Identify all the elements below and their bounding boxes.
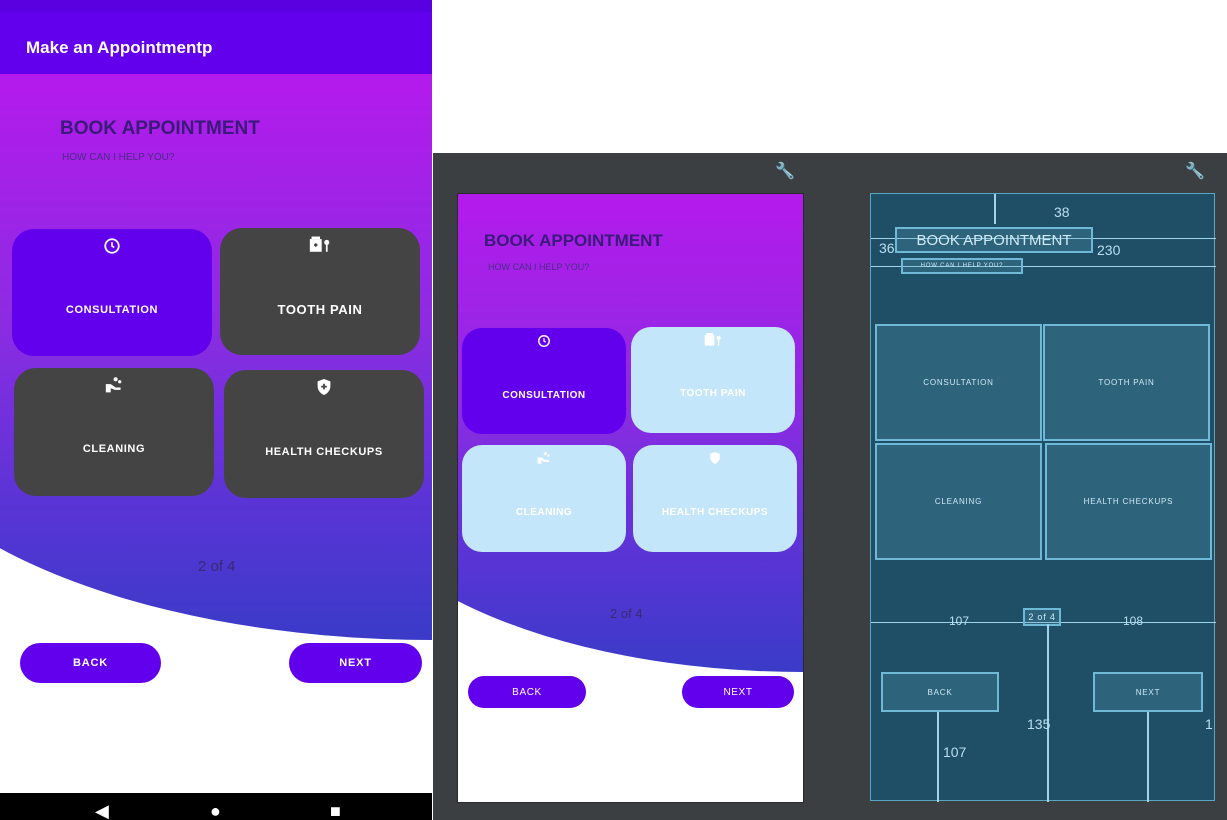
blueprint-tile-health-checkups[interactable]: HEALTH CHECKUPS xyxy=(1045,443,1212,560)
tile-consultation[interactable]: CONSULTATION xyxy=(12,229,212,356)
margin-label: 107 xyxy=(949,614,970,628)
tile-label: CONSULTATION xyxy=(65,304,159,316)
tile-health-checkups[interactable]: HEALTH CHECKUPS xyxy=(224,370,424,498)
tile-tooth-pain[interactable]: TOOTH PAIN xyxy=(220,228,420,355)
design-preview: BOOK APPOINTMENT HOW CAN I HELP YOU? CON… xyxy=(457,193,804,803)
margin-label: 135 xyxy=(1027,716,1051,732)
app-title: Make an Appointmentp xyxy=(26,38,213,57)
blueprint-title-box[interactable]: BOOK APPOINTMENT xyxy=(895,227,1093,253)
system-nav-bar: ◀ ● ■ xyxy=(0,793,432,820)
constraint-line xyxy=(937,712,939,802)
margin-label: 108 xyxy=(1123,614,1144,628)
blueprint-subtitle-box[interactable]: HOW CAN I HELP YOU? xyxy=(901,258,1023,274)
next-button[interactable]: NEXT xyxy=(289,643,422,683)
constraint-line xyxy=(994,194,996,224)
blueprint-next-button[interactable]: NEXT xyxy=(1093,672,1203,712)
nav-recents-icon[interactable]: ■ xyxy=(330,801,341,820)
preview-tile-tooth-pain[interactable]: TOOTH PAIN xyxy=(631,327,795,433)
hand-wash-icon xyxy=(14,376,214,399)
tile-label: CLEANING xyxy=(82,443,146,455)
tile-label: HEALTH CHECKUPS xyxy=(661,507,769,518)
page-indicator: 2 of 4 xyxy=(198,558,236,575)
preview-tile-cleaning[interactable]: CLEANING xyxy=(462,445,626,552)
blueprint-view: 38 36 230 BOOK APPOINTMENT HOW CAN I HEL… xyxy=(870,193,1216,802)
margin-label: 107 xyxy=(943,744,967,760)
nav-home-icon[interactable]: ● xyxy=(210,801,221,820)
back-button[interactable]: BACK xyxy=(20,643,161,683)
wrench-icon[interactable]: 🔧 xyxy=(1185,161,1205,181)
phone-screen: Make an Appointmentp BOOK APPOINTMENT HO… xyxy=(0,0,432,820)
constraint-line xyxy=(1047,624,1049,802)
shield-plus-icon xyxy=(224,378,424,401)
app-bar: Make an Appointmentp xyxy=(0,12,432,74)
blueprint-back-button[interactable]: BACK xyxy=(881,672,999,712)
margin-label: 230 xyxy=(1097,242,1121,258)
tile-label: TOOTH PAIN xyxy=(680,388,746,399)
clock-icon xyxy=(12,237,212,260)
constraint-line xyxy=(1147,712,1149,802)
preview-page-indicator: 2 of 4 xyxy=(610,606,643,621)
blueprint-tile-consultation[interactable]: CONSULTATION xyxy=(875,324,1042,441)
preview-tile-health-checkups[interactable]: HEALTH CHECKUPS xyxy=(633,445,797,552)
blueprint-page-indicator[interactable]: 2 of 4 xyxy=(1023,608,1061,626)
preview-next-button[interactable]: NEXT xyxy=(682,676,794,708)
nav-back-icon[interactable]: ◀ xyxy=(95,801,109,820)
tile-label: HEALTH CHECKUPS xyxy=(265,446,383,458)
preview-subtitle: HOW CAN I HELP YOU? xyxy=(488,262,590,272)
blueprint-tile-tooth-pain[interactable]: TOOTH PAIN xyxy=(1043,324,1210,441)
clock-icon xyxy=(462,334,626,351)
hand-wash-icon xyxy=(462,451,626,468)
layout-editor: 🔧 🔧 BOOK APPOINTMENT HOW CAN I HELP YOU?… xyxy=(433,153,1227,820)
tile-cleaning[interactable]: CLEANING xyxy=(14,368,214,496)
hero-subtitle: HOW CAN I HELP YOU? xyxy=(62,152,175,163)
tooth-kit-icon xyxy=(631,333,795,350)
hero-title: BOOK APPOINTMENT xyxy=(60,118,260,139)
margin-label: 38 xyxy=(1054,204,1070,220)
shield-plus-icon xyxy=(633,451,797,468)
preview-title: BOOK APPOINTMENT xyxy=(484,231,663,250)
tile-label: CONSULTATION xyxy=(502,390,586,401)
tooth-kit-icon xyxy=(220,236,420,259)
margin-label: 1 xyxy=(1205,716,1213,732)
preview-tile-consultation[interactable]: CONSULTATION xyxy=(462,328,626,434)
tile-label: TOOTH PAIN xyxy=(277,302,363,317)
tile-label: CLEANING xyxy=(515,507,573,518)
preview-back-button[interactable]: BACK xyxy=(468,676,586,708)
wrench-icon[interactable]: 🔧 xyxy=(775,161,795,181)
margin-label: 36 xyxy=(879,240,895,256)
blueprint-tile-cleaning[interactable]: CLEANING xyxy=(875,443,1042,560)
status-bar xyxy=(0,0,432,12)
